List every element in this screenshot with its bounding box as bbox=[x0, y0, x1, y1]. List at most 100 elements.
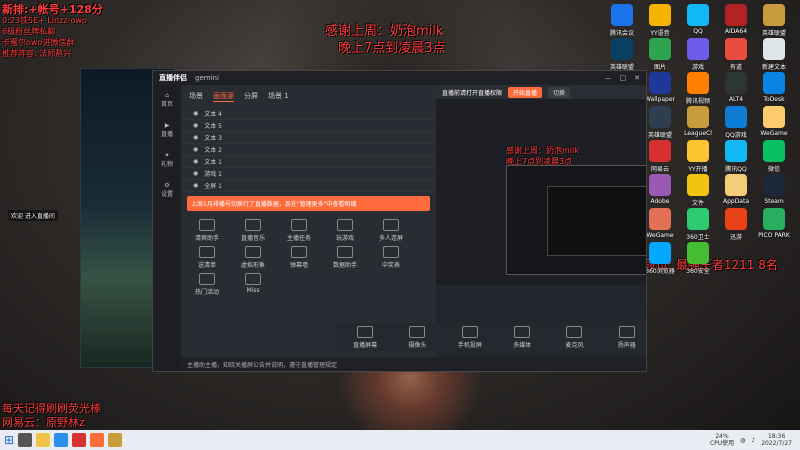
source-item[interactable]: ◉ 文本 2 bbox=[181, 144, 436, 156]
desktop-icon[interactable]: 微信 bbox=[754, 140, 794, 173]
bottom-tool-icon bbox=[514, 325, 531, 338]
eye-icon[interactable]: ◉ bbox=[193, 182, 198, 189]
eye-icon[interactable]: ◉ bbox=[193, 110, 198, 117]
volume-icon[interactable]: ♪ bbox=[751, 437, 755, 444]
file-explorer-icon[interactable] bbox=[36, 433, 51, 447]
notice-toast[interactable]: 上周1月排播号切换行了直播数据，现在"管理更多"中查看明细 bbox=[187, 196, 430, 211]
sidebar-item-gift[interactable]: ✦ 礼物 bbox=[153, 145, 181, 175]
desktop-icon[interactable]: 图片 bbox=[640, 38, 680, 71]
desktop-icon-label: 腾讯QQ bbox=[725, 166, 747, 173]
tab-scene[interactable]: 场景 bbox=[189, 91, 203, 102]
bottom-tool-button[interactable]: 摄像头 bbox=[398, 325, 436, 349]
desktop-icon[interactable]: QQ bbox=[678, 4, 718, 35]
desktop-icon-label: ALT4 bbox=[728, 96, 744, 103]
desktop-icon[interactable]: 英雄联盟 bbox=[754, 4, 794, 37]
bottom-tool-button[interactable]: 麦克风 bbox=[555, 325, 593, 349]
stream-notice: 直播前请打开直播权限 bbox=[442, 89, 503, 97]
clock[interactable]: 18:36 2022/7/27 bbox=[761, 433, 792, 447]
close-icon[interactable]: ✕ bbox=[634, 74, 640, 82]
streaming-app-window[interactable]: 直播伴侣 gemini — □ ✕ ⌂ 首页 ▶ 直播 ✦ 礼物 ⚙ 设置 场景 画面源… bbox=[152, 70, 647, 372]
app-icon bbox=[649, 242, 671, 264]
tool-button[interactable]: 玩游戏 bbox=[325, 219, 365, 242]
tab-split[interactable]: 分屏 bbox=[244, 91, 258, 102]
minimize-icon[interactable]: — bbox=[605, 74, 612, 82]
source-item[interactable]: ◉ 全屏 1 bbox=[181, 180, 436, 192]
tab-sources[interactable]: 画面源 bbox=[213, 91, 234, 102]
desktop-icon[interactable]: 游戏 bbox=[678, 38, 718, 71]
eye-icon[interactable]: ◉ bbox=[193, 158, 198, 165]
desktop-icon[interactable]: ALT4 bbox=[716, 72, 756, 103]
desktop-icon-label: 英雄联盟 bbox=[761, 30, 786, 37]
preview-canvas[interactable]: 直播前请打开直播权限 开始直播 切换 感谢上周：奶泡milk 晚上7点到凌晨3点 bbox=[436, 85, 646, 285]
eye-icon[interactable]: ◉ bbox=[193, 134, 198, 141]
tool-button[interactable]: 虚拟形象 bbox=[233, 246, 273, 269]
tool-button[interactable]: 中奖表 bbox=[371, 246, 411, 269]
desktop-icon[interactable]: YY语音 bbox=[640, 4, 680, 37]
sidebar-item-live[interactable]: ▶ 直播 bbox=[153, 115, 181, 145]
desktop-icon[interactable]: Steam bbox=[754, 174, 794, 205]
source-item[interactable]: ◉ 游戏 1 bbox=[181, 168, 436, 180]
desktop-icon-label: 游戏 bbox=[691, 64, 704, 71]
tool-button[interactable]: 直播音乐 bbox=[233, 219, 273, 242]
bottom-tool-button[interactable]: 扬声器 bbox=[608, 325, 646, 349]
desktop-icon[interactable]: AppData bbox=[716, 174, 756, 205]
tool-button[interactable]: Miss bbox=[233, 273, 273, 296]
desktop-icon[interactable]: AIDA64 bbox=[716, 4, 756, 35]
sidebar-item-settings[interactable]: ⚙ 设置 bbox=[153, 175, 181, 205]
desktop-icon[interactable]: YY开播 bbox=[678, 140, 718, 173]
preview-thanks: 感谢上周：奶泡milk bbox=[506, 146, 579, 155]
source-item[interactable]: ◉ 文本 5 bbox=[181, 120, 436, 132]
clock-time: 18:36 bbox=[767, 433, 786, 440]
sidebar-item-home[interactable]: ⌂ 首页 bbox=[153, 85, 181, 115]
desktop-icon[interactable]: 腾讯会议 bbox=[602, 4, 642, 37]
desktop-icon[interactable]: 英雄联盟 bbox=[602, 38, 642, 71]
bottom-tool-button[interactable]: 手机投屏 bbox=[451, 325, 489, 349]
netease-music-icon[interactable] bbox=[72, 433, 87, 447]
source-item[interactable]: ◉ 文本 1 bbox=[181, 156, 436, 168]
desktop-icon[interactable]: 文件 bbox=[678, 174, 718, 207]
tool-button[interactable]: 热门活动 bbox=[187, 273, 227, 296]
desktop-icon[interactable]: LeagueCl bbox=[678, 106, 718, 137]
eye-icon[interactable]: ◉ bbox=[193, 122, 198, 129]
bottom-tool-button[interactable]: 多媒体 bbox=[503, 325, 541, 349]
search-icon[interactable] bbox=[18, 433, 33, 447]
tool-button[interactable]: 弹幕墙 bbox=[279, 246, 319, 269]
tool-button[interactable]: 多人连屏 bbox=[371, 219, 411, 242]
tool-icon bbox=[337, 246, 353, 258]
windows-start-icon[interactable]: ⊞ bbox=[4, 433, 14, 447]
desktop-icon[interactable]: 有道 bbox=[716, 38, 756, 71]
nested-preview bbox=[506, 165, 646, 275]
bottom-tool-button[interactable]: 直播屏幕 bbox=[346, 325, 384, 349]
streaming-app-icon[interactable] bbox=[90, 433, 105, 447]
desktop-icon[interactable]: 腾讯QQ bbox=[716, 140, 756, 173]
desktop-icon[interactable]: QQ游戏 bbox=[716, 106, 756, 139]
source-item[interactable]: ◉ 文本 4 bbox=[181, 108, 436, 120]
browser-icon[interactable] bbox=[54, 433, 69, 447]
desktop-icon[interactable]: 腾讯视频 bbox=[678, 72, 718, 105]
desktop-icon[interactable]: PICO PARK bbox=[754, 208, 794, 239]
tool-button[interactable]: 数据助手 bbox=[325, 246, 365, 269]
bottom-text-2: 网易云：原野林z bbox=[2, 416, 85, 429]
tool-button[interactable]: 送清单 bbox=[187, 246, 227, 269]
eye-icon[interactable]: ◉ bbox=[193, 170, 198, 177]
game-icon[interactable] bbox=[108, 433, 123, 447]
desktop-icon[interactable]: ToDesk bbox=[754, 72, 794, 103]
app-sidebar: ⌂ 首页 ▶ 直播 ✦ 礼物 ⚙ 设置 bbox=[153, 85, 181, 371]
desktop-icon[interactable]: 360安全 bbox=[678, 242, 718, 275]
desktop-icon[interactable]: 360卫士 bbox=[678, 208, 718, 241]
desktop-icon[interactable]: 迅游 bbox=[716, 208, 756, 241]
desktop-icon[interactable]: WeGame bbox=[754, 106, 794, 137]
network-icon[interactable]: ◍ bbox=[740, 437, 745, 444]
eye-icon[interactable]: ◉ bbox=[193, 146, 198, 153]
tool-button[interactable]: 主播任务 bbox=[279, 219, 319, 242]
start-live-button[interactable]: 开始直播 bbox=[508, 86, 543, 98]
desktop-icon[interactable]: 新建文本 bbox=[754, 38, 794, 71]
desktop-icon-label: YY语音 bbox=[650, 30, 670, 37]
source-item[interactable]: ◉ 文本 3 bbox=[181, 132, 436, 144]
maximize-icon[interactable]: □ bbox=[620, 74, 627, 82]
app-titlebar: 直播伴侣 gemini — □ ✕ bbox=[153, 71, 646, 85]
app-icon bbox=[687, 106, 709, 128]
tab-scene-1[interactable]: 场景 1 bbox=[268, 91, 289, 102]
switch-button[interactable]: 切换 bbox=[548, 86, 571, 98]
tool-button[interactable]: 清爽助手 bbox=[187, 219, 227, 242]
